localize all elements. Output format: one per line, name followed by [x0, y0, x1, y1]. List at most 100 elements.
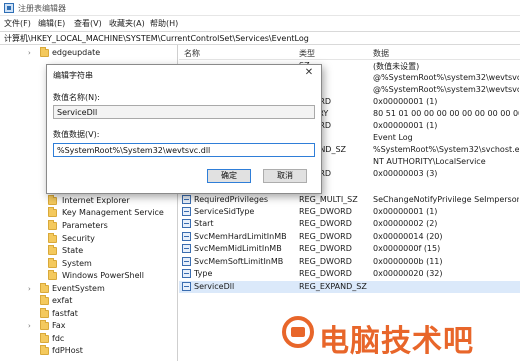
- menu-bar: 文件(F) 编辑(E) 查看(V) 收藏夹(A) 帮助(H): [0, 16, 520, 31]
- folder-icon: [40, 295, 49, 305]
- tree-item-label: Parameters: [62, 221, 108, 230]
- edit-string-dialog: 编辑字符串 ✕ 数值名称(N): 数值数据(V): 确定 取消: [46, 64, 322, 194]
- binary-value-icon: [182, 207, 191, 216]
- value-data-label: 数值数据(V):: [53, 130, 100, 139]
- value-row[interactable]: SvcMemSoftLimitInMB REG_DWORD 0x0000000b (…: [179, 256, 520, 268]
- folder-icon: [40, 47, 49, 57]
- value-data: 0x00000001 (1): [373, 207, 438, 216]
- expand-arrow-icon[interactable]: ›: [28, 285, 34, 293]
- close-icon[interactable]: ✕: [303, 67, 315, 79]
- value-data: %SystemRoot%\System32\svchost.exe: [373, 145, 519, 154]
- value-name: RequiredPrivileges: [194, 195, 269, 204]
- value-data: 0x00000020 (32): [373, 269, 443, 278]
- value-data: NT AUTHORITY\LocalService: [373, 157, 486, 166]
- value-name-field[interactable]: [53, 105, 315, 119]
- value-data: 0x00000003 (3): [373, 169, 438, 178]
- value-name: ServiceDll: [194, 282, 235, 291]
- value-name: Type: [194, 269, 213, 278]
- value-type: REG_DWORD: [299, 207, 352, 216]
- folder-icon: [48, 207, 57, 217]
- tree-item-label: State: [62, 246, 84, 255]
- value-data: (数值未设置): [373, 62, 420, 71]
- multi-string-value-icon: [182, 195, 191, 204]
- value-row[interactable]: SvcMemHardLimitInMB REG_DWORD 0x00000014 (…: [179, 231, 520, 243]
- tree-item-label: fdPHost: [52, 346, 83, 355]
- column-header-data[interactable]: 数据: [373, 48, 389, 59]
- folder-icon: [40, 308, 49, 318]
- dialog-title: 编辑字符串: [53, 71, 93, 80]
- tree-item-label: Windows PowerShell: [62, 271, 144, 280]
- tree-item-label: edgeupdate: [52, 48, 101, 57]
- column-header-name[interactable]: 名称: [184, 48, 200, 59]
- string-value-icon: [182, 282, 191, 291]
- registry-editor-icon: [4, 3, 14, 13]
- column-header-type[interactable]: 类型: [299, 48, 315, 59]
- tree-item-label: EventSystem: [52, 284, 105, 293]
- value-type: REG_DWORD: [299, 257, 352, 266]
- value-row[interactable]: RequiredPrivileges REG_MULTI_SZ SeChangeNo…: [179, 194, 520, 206]
- folder-icon: [48, 258, 57, 268]
- value-data: Event Log: [373, 133, 413, 142]
- value-name: SvcMemMidLimitInMB: [194, 244, 282, 253]
- value-type: REG_DWORD: [299, 219, 352, 228]
- binary-value-icon: [182, 257, 191, 266]
- folder-icon: [40, 320, 49, 330]
- tree-item-label: fastfat: [52, 309, 78, 318]
- tree-item-label: Key Management Service: [62, 208, 164, 217]
- binary-value-icon: [182, 232, 191, 241]
- value-name: SvcMemHardLimitInMB: [194, 232, 287, 241]
- value-data: 0x0000000f (15): [373, 244, 441, 253]
- value-row[interactable]: Type REG_DWORD 0x00000020 (32): [179, 268, 520, 280]
- value-row[interactable]: ServiceSidType REG_DWORD 0x00000001 (1): [179, 206, 520, 218]
- tree-item-label: System: [62, 259, 92, 268]
- watermark-logo-icon: [282, 316, 314, 348]
- watermark-text: 电脑技术吧: [319, 324, 474, 359]
- value-data: 0x00000001 (1): [373, 97, 438, 106]
- folder-icon: [40, 345, 49, 355]
- menu-view[interactable]: 查看(V): [74, 18, 102, 29]
- value-type: REG_DWORD: [299, 244, 352, 253]
- watermark: 电脑技术吧: [281, 311, 519, 361]
- value-name-label: 数值名称(N):: [53, 93, 100, 102]
- menu-file[interactable]: 文件(F): [4, 18, 31, 29]
- folder-icon: [40, 283, 49, 293]
- value-data: 0x00000014 (20): [373, 232, 443, 241]
- value-data: @%SystemRoot%\system32\wevtsvc.dll: [373, 85, 519, 94]
- value-row-selected[interactable]: ServiceDll REG_EXPAND_SZ: [179, 281, 520, 293]
- expand-arrow-icon[interactable]: ›: [28, 49, 34, 57]
- value-type: REG_EXPAND_SZ: [299, 282, 367, 291]
- value-type: REG_DWORD: [299, 269, 352, 278]
- value-data: 80 51 01 00 00 00 00 00 00 00 00 00: [373, 109, 519, 118]
- tree-item-label: Internet Explorer: [62, 196, 130, 205]
- value-data: @%SystemRoot%\system32\wevtsvc.dll: [373, 73, 519, 82]
- expand-arrow-icon[interactable]: ›: [28, 322, 34, 330]
- value-row[interactable]: SvcMemMidLimitInMB REG_DWORD 0x0000000f (1…: [179, 243, 520, 255]
- value-data: 0x00000002 (2): [373, 219, 438, 228]
- menu-help[interactable]: 帮助(H): [150, 18, 178, 29]
- address-bar[interactable]: 计算机\HKEY_LOCAL_MACHINE\SYSTEM\CurrentCon…: [0, 31, 520, 45]
- value-name: Start: [194, 219, 214, 228]
- folder-icon: [40, 333, 49, 343]
- cancel-button[interactable]: 取消: [263, 169, 307, 183]
- menu-favorites[interactable]: 收藏夹(A): [109, 18, 145, 29]
- menu-edit[interactable]: 编辑(E): [38, 18, 65, 29]
- value-data: SeChangeNotifyPrivilege SeImpersonat: [373, 195, 519, 204]
- folder-icon: [48, 233, 57, 243]
- value-data: 0x0000000b (11): [373, 257, 443, 266]
- address-path[interactable]: 计算机\HKEY_LOCAL_MACHINE\SYSTEM\CurrentCon…: [4, 33, 309, 44]
- binary-value-icon: [182, 269, 191, 278]
- value-name: SvcMemSoftLimitInMB: [194, 257, 284, 266]
- value-data: 0x00000001 (1): [373, 121, 438, 130]
- folder-icon: [48, 195, 57, 205]
- value-type: REG_DWORD: [299, 232, 352, 241]
- tree-item-label: Security: [62, 234, 95, 243]
- value-row[interactable]: Start REG_DWORD 0x00000002 (2): [179, 218, 520, 230]
- folder-icon: [48, 270, 57, 280]
- tree-item-label: exfat: [52, 296, 73, 305]
- tree-item-label: fdc: [52, 334, 65, 343]
- tree-item-label: Fax: [52, 321, 66, 330]
- value-data-field[interactable]: [53, 143, 315, 157]
- list-header: 名称 类型 数据: [179, 45, 520, 60]
- folder-icon: [48, 245, 57, 255]
- ok-button[interactable]: 确定: [207, 169, 251, 183]
